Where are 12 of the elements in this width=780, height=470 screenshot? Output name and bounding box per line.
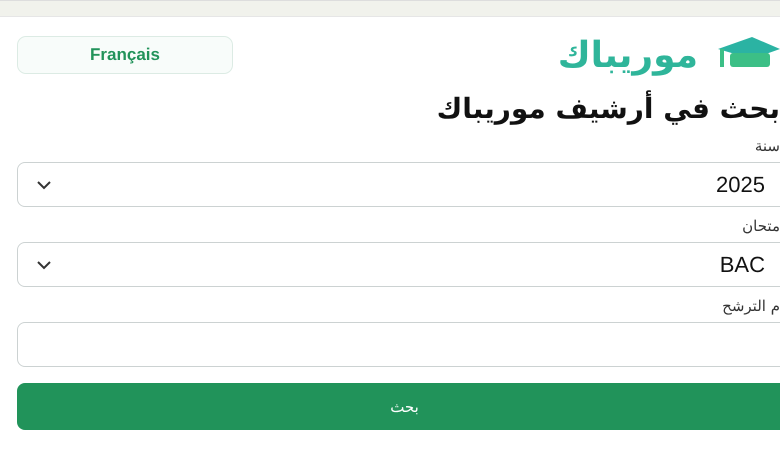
select-field[interactable]: 2025 bbox=[17, 162, 780, 207]
chevron-down-icon bbox=[36, 260, 52, 270]
select-field[interactable]: BAC bbox=[17, 242, 780, 287]
field-label: م الترشح bbox=[721, 296, 780, 317]
chevron-down-icon bbox=[36, 180, 52, 190]
field-label: متحان bbox=[741, 216, 780, 237]
search-button[interactable]: بحث bbox=[17, 383, 780, 430]
logo-text: موريباك bbox=[558, 34, 698, 76]
field-label: سنة bbox=[754, 136, 780, 157]
page-title: بحث في أرشيف موريباك bbox=[436, 89, 780, 127]
input-field[interactable] bbox=[17, 322, 780, 367]
language-button[interactable]: Français bbox=[17, 36, 233, 74]
